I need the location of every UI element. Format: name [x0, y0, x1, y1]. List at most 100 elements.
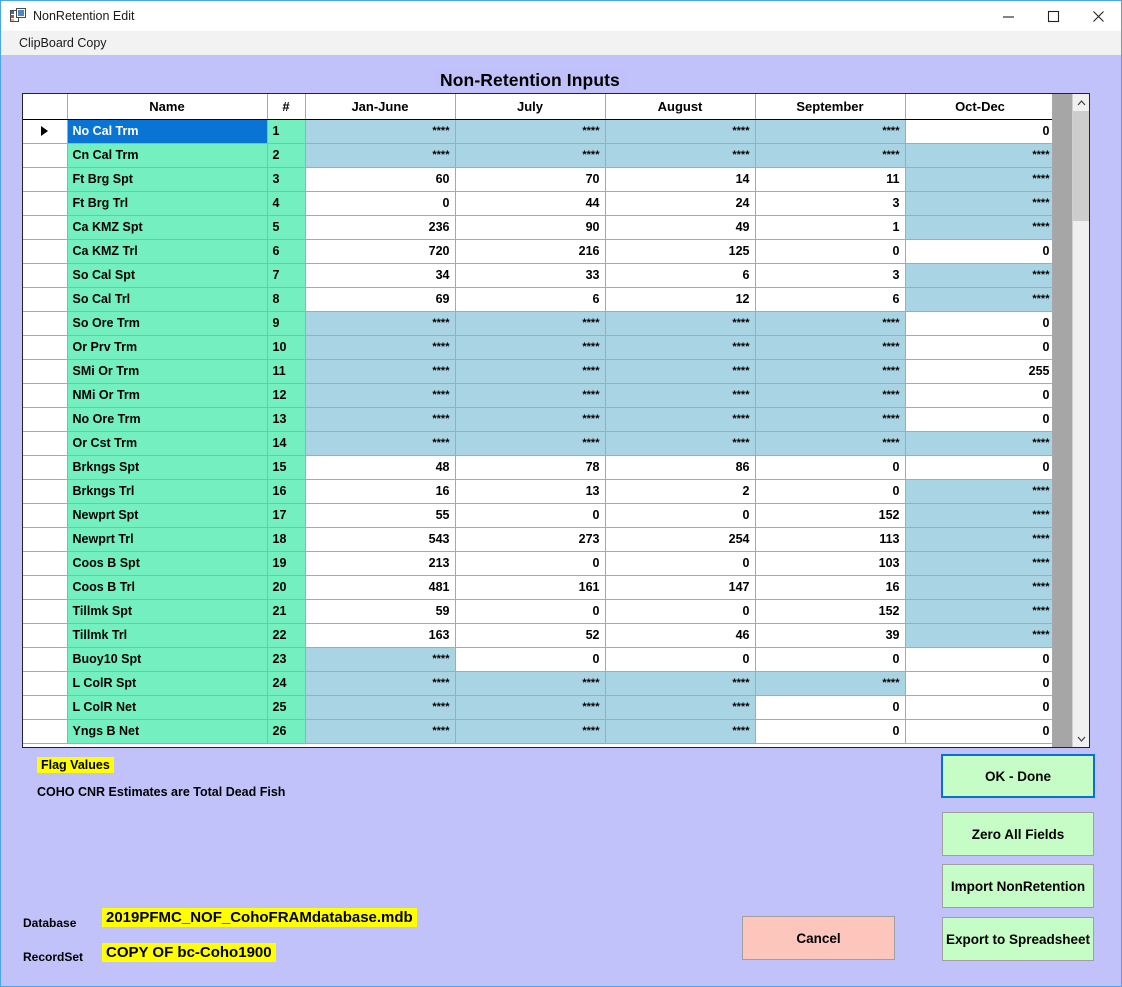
cell-value[interactable]: ****	[755, 335, 906, 360]
cell-number[interactable]: 15	[267, 455, 306, 480]
cell-value[interactable]: 0	[605, 647, 756, 672]
cell-value[interactable]: 24	[605, 191, 756, 216]
cell-value[interactable]: 0	[905, 695, 1052, 720]
table-row[interactable]: So Ore Trm 9 **** **** **** **** 0	[23, 311, 1052, 336]
minimize-button[interactable]	[986, 1, 1031, 31]
column-header-selector[interactable]	[23, 94, 68, 120]
scrollbar-thumb[interactable]	[1073, 111, 1089, 221]
cell-number[interactable]: 22	[267, 623, 306, 648]
table-row[interactable]: L ColR Spt 24 **** **** **** **** 0	[23, 671, 1052, 696]
table-row[interactable]: Brkngs Trl 16 16 13 2 0 ****	[23, 479, 1052, 504]
cell-value[interactable]: 0	[605, 551, 756, 576]
cell-value[interactable]: ****	[755, 359, 906, 384]
cell-number[interactable]: 24	[267, 671, 306, 696]
cell-value[interactable]: 55	[305, 503, 456, 528]
table-row[interactable]: Or Cst Trm 14 **** **** **** **** ****	[23, 431, 1052, 456]
cell-value[interactable]: 720	[305, 239, 456, 264]
cell-value[interactable]: 60	[305, 167, 456, 192]
cell-number[interactable]: 4	[267, 191, 306, 216]
cell-name[interactable]: Brkngs Trl	[67, 479, 268, 504]
table-row[interactable]: Newprt Spt 17 55 0 0 152 ****	[23, 503, 1052, 528]
table-row[interactable]: SMi Or Trm 11 **** **** **** **** 255	[23, 359, 1052, 384]
row-selector-cell[interactable]	[23, 647, 68, 672]
cell-value[interactable]: 113	[755, 527, 906, 552]
cell-value[interactable]: 69	[305, 287, 456, 312]
cell-value[interactable]: 13	[455, 479, 606, 504]
cell-name[interactable]: So Ore Trm	[67, 311, 268, 336]
cell-number[interactable]: 16	[267, 479, 306, 504]
cell-value[interactable]: 16	[755, 575, 906, 600]
cell-value[interactable]: ****	[455, 143, 606, 168]
cell-value[interactable]: ****	[905, 287, 1052, 312]
cell-value[interactable]: 0	[905, 647, 1052, 672]
cell-value[interactable]: ****	[905, 599, 1052, 624]
cell-name[interactable]: Or Cst Trm	[67, 431, 268, 456]
cell-value[interactable]: 481	[305, 575, 456, 600]
column-header-july[interactable]: July	[455, 94, 606, 120]
cell-value[interactable]: ****	[305, 335, 456, 360]
cell-value[interactable]: 6	[755, 287, 906, 312]
cell-value[interactable]: 0	[455, 503, 606, 528]
cell-number[interactable]: 25	[267, 695, 306, 720]
cell-value[interactable]: ****	[305, 359, 456, 384]
cell-value[interactable]: 1	[755, 215, 906, 240]
cell-value[interactable]: 78	[455, 455, 606, 480]
row-selector-cell[interactable]	[23, 191, 68, 216]
cell-value[interactable]: ****	[455, 719, 606, 744]
cell-value[interactable]: ****	[455, 671, 606, 696]
cell-value[interactable]: 216	[455, 239, 606, 264]
cell-number[interactable]: 11	[267, 359, 306, 384]
export-to-spreadsheet-button[interactable]: Export to Spreadsheet	[942, 917, 1094, 961]
cell-number[interactable]: 8	[267, 287, 306, 312]
row-selector-cell[interactable]	[23, 551, 68, 576]
cell-value[interactable]: ****	[605, 719, 756, 744]
cell-value[interactable]: ****	[755, 671, 906, 696]
cell-value[interactable]: ****	[605, 119, 756, 144]
table-row[interactable]: Ft Brg Spt 3 60 70 14 11 ****	[23, 167, 1052, 192]
cell-value[interactable]: 52	[455, 623, 606, 648]
cell-name[interactable]: Buoy10 Spt	[67, 647, 268, 672]
cell-value[interactable]: 0	[905, 671, 1052, 696]
cell-value[interactable]: 3	[755, 263, 906, 288]
cell-name[interactable]: NMi Or Trm	[67, 383, 268, 408]
cell-value[interactable]: 0	[755, 695, 906, 720]
cell-name[interactable]: Newprt Spt	[67, 503, 268, 528]
cell-value[interactable]: 86	[605, 455, 756, 480]
cell-name[interactable]: L ColR Net	[67, 695, 268, 720]
cell-number[interactable]: 12	[267, 383, 306, 408]
cell-value[interactable]: 48	[305, 455, 456, 480]
row-selector-cell[interactable]	[23, 455, 68, 480]
cell-value[interactable]: 12	[605, 287, 756, 312]
cell-value[interactable]: 49	[605, 215, 756, 240]
cell-name[interactable]: SMi Or Trm	[67, 359, 268, 384]
row-selector-cell[interactable]	[23, 623, 68, 648]
table-row[interactable]: So Cal Trl 8 69 6 12 6 ****	[23, 287, 1052, 312]
cell-number[interactable]: 5	[267, 215, 306, 240]
cell-value[interactable]: ****	[605, 143, 756, 168]
cell-value[interactable]: ****	[455, 431, 606, 456]
cell-value[interactable]: ****	[605, 383, 756, 408]
cell-value[interactable]: ****	[905, 527, 1052, 552]
cell-name[interactable]: Ca KMZ Spt	[67, 215, 268, 240]
row-selector-cell[interactable]	[23, 575, 68, 600]
cell-value[interactable]: 59	[305, 599, 456, 624]
cell-number[interactable]: 26	[267, 719, 306, 744]
cell-value[interactable]: 33	[455, 263, 606, 288]
cell-value[interactable]: ****	[905, 143, 1052, 168]
table-row[interactable]: L ColR Net 25 **** **** **** 0 0	[23, 695, 1052, 720]
cell-value[interactable]: ****	[455, 311, 606, 336]
cell-number[interactable]: 9	[267, 311, 306, 336]
cell-value[interactable]: 0	[755, 647, 906, 672]
cell-value[interactable]: 0	[455, 551, 606, 576]
cell-number[interactable]: 7	[267, 263, 306, 288]
cell-value[interactable]: 0	[455, 599, 606, 624]
cell-name[interactable]: Tillmk Spt	[67, 599, 268, 624]
row-selector-cell[interactable]	[23, 263, 68, 288]
cell-value[interactable]: 44	[455, 191, 606, 216]
cell-value[interactable]: ****	[305, 695, 456, 720]
table-row[interactable]: No Cal Trm 1 **** **** **** **** 0	[23, 119, 1052, 144]
table-row[interactable]: So Cal Spt 7 34 33 6 3 ****	[23, 263, 1052, 288]
cell-number[interactable]: 6	[267, 239, 306, 264]
cell-value[interactable]: ****	[455, 335, 606, 360]
table-row[interactable]: Ca KMZ Trl 6 720 216 125 0 0	[23, 239, 1052, 264]
